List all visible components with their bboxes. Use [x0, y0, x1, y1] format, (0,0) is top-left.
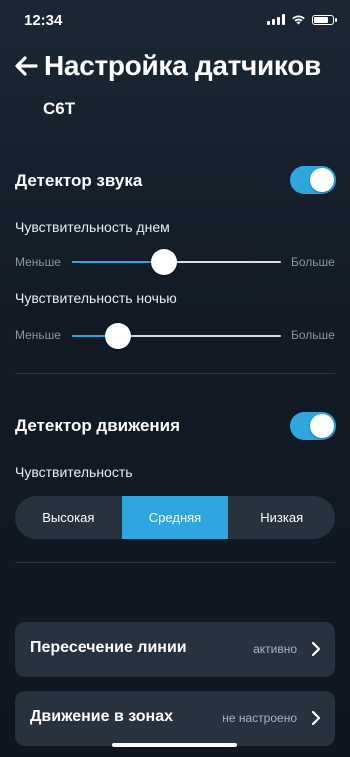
chevron-right-icon — [311, 641, 321, 657]
battery-icon — [312, 14, 337, 25]
cellular-signal-icon — [267, 14, 285, 25]
section-divider — [15, 562, 335, 563]
night-sensitivity-label: Чувствительность ночью — [15, 290, 177, 306]
sensitivity-option-medium[interactable]: Средняя — [121, 496, 229, 539]
night-sensitivity-slider[interactable] — [72, 323, 281, 349]
status-time: 12:34 — [24, 12, 63, 29]
back-arrow-icon[interactable] — [12, 52, 40, 80]
home-indicator — [112, 743, 237, 747]
night-slider-min-label: Меньше — [15, 328, 61, 342]
row-title: Движение в зонах — [30, 708, 174, 725]
zone-motion-row[interactable]: Движение в зонах не настроено — [15, 691, 335, 746]
page-title: Настройка датчиков — [44, 50, 321, 81]
status-icons — [267, 14, 337, 25]
wifi-icon — [292, 15, 305, 25]
motion-detector-toggle[interactable] — [290, 412, 336, 440]
motion-sensitivity-selector: Высокая Средняя Низкая — [15, 496, 335, 539]
sensitivity-option-high[interactable]: Высокая — [15, 496, 122, 539]
row-status: не настроено — [222, 711, 297, 725]
slider-thumb[interactable] — [104, 323, 131, 349]
sound-detector-title: Детектор звука — [15, 171, 143, 190]
line-crossing-row[interactable]: Пересечение линии активно — [15, 622, 335, 677]
device-name: C6T — [43, 99, 76, 118]
day-sensitivity-slider[interactable] — [72, 249, 281, 275]
day-slider-max-label: Больше — [291, 255, 335, 269]
day-slider-min-label: Меньше — [15, 255, 61, 269]
slider-thumb[interactable] — [150, 249, 177, 275]
chevron-right-icon — [311, 710, 321, 726]
sound-detector-toggle[interactable] — [290, 166, 336, 194]
night-slider-max-label: Больше — [291, 328, 335, 342]
row-status: активно — [253, 642, 297, 656]
sensitivity-option-low[interactable]: Низкая — [228, 496, 335, 539]
row-title: Пересечение линии — [30, 639, 187, 656]
motion-detector-title: Детектор движения — [15, 416, 181, 435]
day-sensitivity-label: Чувствительность днем — [15, 219, 170, 235]
motion-sensitivity-label: Чувствительность — [15, 464, 133, 480]
section-divider — [15, 373, 335, 374]
